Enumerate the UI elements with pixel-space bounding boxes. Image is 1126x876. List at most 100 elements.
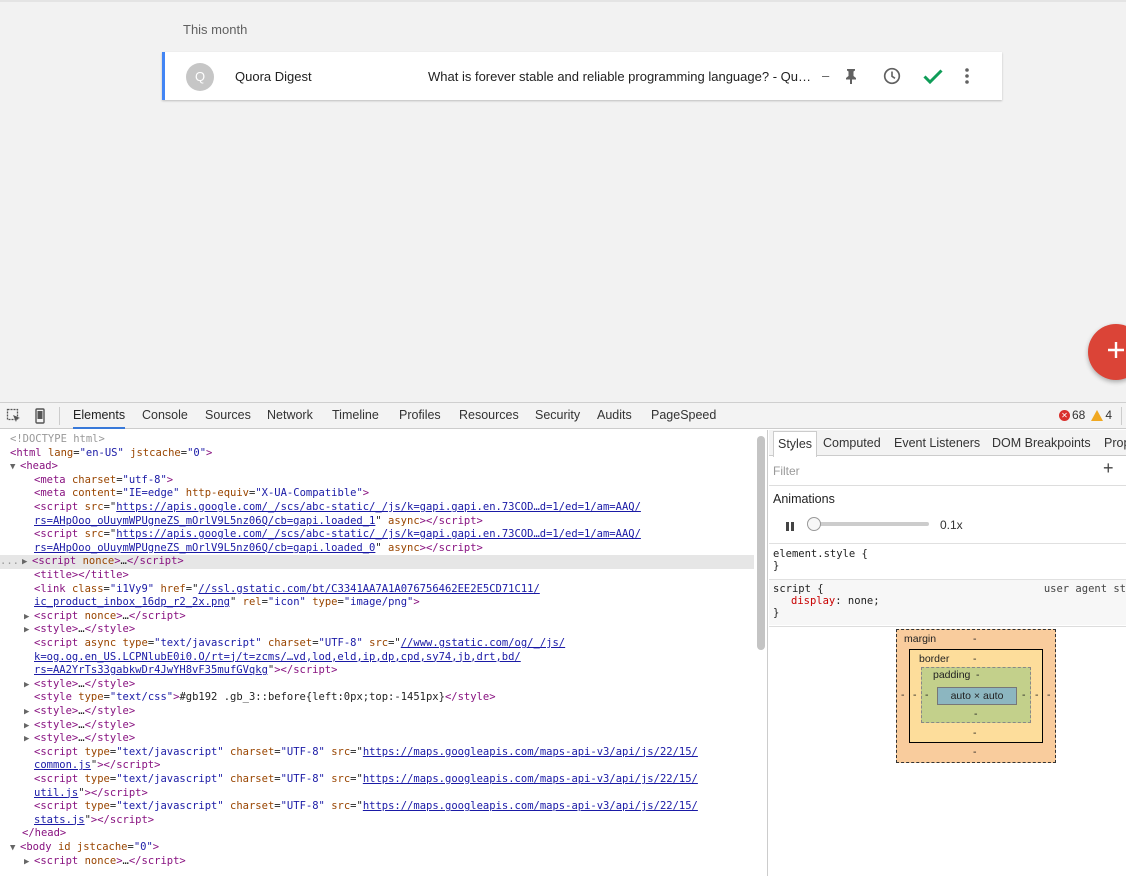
tree-line[interactable]: common.js"></script>	[0, 759, 754, 773]
user-agent-label: user agent st	[1043, 583, 1126, 595]
animation-speed-thumb[interactable]	[807, 517, 821, 531]
tree-line[interactable]: <meta content="IE=edge" http-equiv="X-UA…	[0, 487, 754, 501]
tree-line[interactable]: <html lang="en-US" jstcache="0">	[0, 447, 754, 461]
margin-bottom-value: -	[973, 746, 977, 758]
element-style-rule[interactable]: element.style { }	[769, 543, 1126, 579]
tree-line[interactable]: <style type="text/css">#gb192 .gb_3::bef…	[0, 691, 754, 705]
pause-icon[interactable]	[785, 520, 795, 531]
tree-line[interactable]: ▶ <script nonce>…</script>	[0, 610, 754, 624]
sidebar-tabs: Styles Computed Event Listeners DOM Brea…	[769, 430, 1126, 457]
tab-computed[interactable]: Computed	[823, 430, 881, 456]
inbox-page: This month Q Quora Digest What is foreve…	[0, 0, 1126, 402]
app-window: This month Q Quora Digest What is foreve…	[0, 0, 1126, 876]
padding-left-value: -	[925, 689, 929, 701]
tree-line[interactable]: <script src="https://apis.google.com/_/s…	[0, 501, 754, 515]
pin-icon[interactable]	[839, 64, 863, 88]
more-vert-icon[interactable]	[955, 64, 979, 88]
margin-top-value: -	[973, 633, 977, 645]
border-right-value: -	[1035, 689, 1039, 701]
tab-properties[interactable]: Prop	[1104, 430, 1126, 456]
tree-line[interactable]: ▶ <style>…</style>	[0, 732, 754, 746]
tree-line[interactable]: ▼ <body id jstcache="0">	[0, 841, 754, 855]
margin-right-value: -	[1047, 689, 1051, 701]
animations-title: Animations	[773, 492, 835, 506]
tab-elements[interactable]: Elements	[73, 403, 126, 429]
border-bottom-value: -	[973, 727, 977, 739]
tab-console[interactable]: Console	[142, 403, 188, 429]
email-card[interactable]: Q Quora Digest What is forever stable an…	[162, 52, 1002, 100]
tree-line[interactable]: ▶ <style>…</style>	[0, 705, 754, 719]
tree-line[interactable]: <script async type="text/javascript" cha…	[0, 637, 754, 651]
tab-security[interactable]: Security	[535, 403, 580, 429]
padding-bottom-value: -	[974, 708, 978, 720]
tree-line[interactable]: ic_product_inbox_16dp_r2_2x.png" rel="ic…	[0, 596, 754, 610]
tab-event-listeners[interactable]: Event Listeners	[894, 430, 980, 456]
box-model-content: auto × auto	[937, 687, 1017, 705]
tree-line[interactable]: <script type="text/javascript" charset="…	[0, 773, 754, 787]
tab-pagespeed[interactable]: PageSpeed	[651, 403, 716, 429]
devtools-panel: Elements Console Sources Network Timelin…	[0, 402, 1126, 876]
tree-line[interactable]: <script type="text/javascript" charset="…	[0, 746, 754, 760]
tree-line[interactable]: <script type="text/javascript" charset="…	[0, 800, 754, 814]
border-label: border	[919, 653, 950, 665]
tree-line[interactable]: ▶ <script nonce>…</script>	[0, 855, 754, 869]
new-style-rule-button[interactable]: +	[1103, 458, 1114, 479]
warning-count: 4	[1105, 408, 1113, 422]
tree-line[interactable]: </head>	[0, 827, 754, 841]
tree-line[interactable]: rs=AA2YrTs33gabkwDr4JwYH8vF35mufGVqkg"><…	[0, 664, 754, 678]
tree-line[interactable]: ▼ <head>	[0, 460, 754, 474]
animation-speed-track[interactable]	[813, 522, 929, 526]
tree-line[interactable]: <meta charset="utf-8">	[0, 474, 754, 488]
padding-label: padding	[933, 669, 971, 681]
tab-sources[interactable]: Sources	[205, 403, 251, 429]
tree-line[interactable]: <link class="i1Vy9" href="//ssl.gstatic.…	[0, 583, 754, 597]
email-subject: What is forever stable and reliable prog…	[428, 69, 811, 84]
margin-left-value: -	[901, 689, 905, 701]
compose-fab[interactable]	[1088, 324, 1126, 380]
margin-label: margin	[904, 633, 937, 645]
tree-line[interactable]: ▶ <style>…</style>	[0, 623, 754, 637]
tree-line[interactable]: ▶ <style>…</style>	[0, 719, 754, 733]
tab-dom-breakpoints[interactable]: DOM Breakpoints	[992, 430, 1091, 456]
box-model-padding: padding - - - - auto × auto	[921, 667, 1031, 723]
border-top-value: -	[973, 653, 977, 665]
tab-timeline[interactable]: Timeline	[332, 403, 379, 429]
error-warning-counts[interactable]: ✕ 68 4	[1059, 408, 1112, 422]
plus-icon	[1107, 341, 1125, 364]
rule-close-brace: }	[773, 607, 780, 619]
divider	[769, 485, 1126, 486]
tab-resources[interactable]: Resources	[459, 403, 519, 429]
tab-audits[interactable]: Audits	[597, 403, 632, 429]
tree-line-selected[interactable]: ... ▶ <script nonce>…</script>	[0, 555, 754, 569]
tree-line[interactable]: rs=AHpOoo_oUuymWPUgneZS_mOrlV9L5nz06Q/cb…	[0, 515, 754, 529]
inspect-element-icon[interactable]	[6, 408, 22, 424]
warning-icon	[1091, 409, 1104, 421]
toolbar-divider-right	[1121, 407, 1122, 425]
animation-speed-value: 0.1x	[940, 518, 963, 532]
tree-line[interactable]: ▶ <style>…</style>	[0, 678, 754, 692]
styles-filter-input[interactable]: Filter	[773, 464, 800, 478]
snooze-clock-icon[interactable]	[880, 64, 904, 88]
tab-styles[interactable]: Styles	[773, 431, 818, 457]
elements-scrollbar[interactable]	[757, 436, 765, 650]
padding-top-value: -	[976, 669, 980, 681]
error-count: 68	[1072, 408, 1086, 422]
rule-close-brace: }	[773, 560, 780, 572]
tree-line[interactable]: <!DOCTYPE html>	[0, 433, 754, 447]
tab-profiles[interactable]: Profiles	[399, 403, 441, 429]
elements-tree[interactable]: <!DOCTYPE html> <html lang="en-US" jstca…	[0, 430, 768, 876]
tree-line[interactable]: k=og.og.en_US.LCPNlubE0i0.O/rt=j/t=zcms/…	[0, 651, 754, 665]
devtools-toolbar: Elements Console Sources Network Timelin…	[0, 403, 1126, 429]
tree-line[interactable]: rs=AHpOoo_oUuymWPUgneZS_mOrlV9L5nz06Q/cb…	[0, 542, 754, 556]
device-mode-icon[interactable]	[32, 408, 48, 424]
tree-line[interactable]: stats.js"></script>	[0, 814, 754, 828]
section-label: This month	[183, 22, 248, 37]
subject-dash: –	[822, 68, 830, 83]
done-check-icon[interactable]	[921, 64, 945, 88]
script-ua-rule[interactable]: script { user agent st display: none; }	[769, 579, 1126, 625]
tree-line[interactable]: <title></title>	[0, 569, 754, 583]
tree-line[interactable]: util.js"></script>	[0, 787, 754, 801]
divider	[769, 626, 1126, 627]
tab-network[interactable]: Network	[267, 403, 313, 429]
tree-line[interactable]: <script src="https://apis.google.com/_/s…	[0, 528, 754, 542]
